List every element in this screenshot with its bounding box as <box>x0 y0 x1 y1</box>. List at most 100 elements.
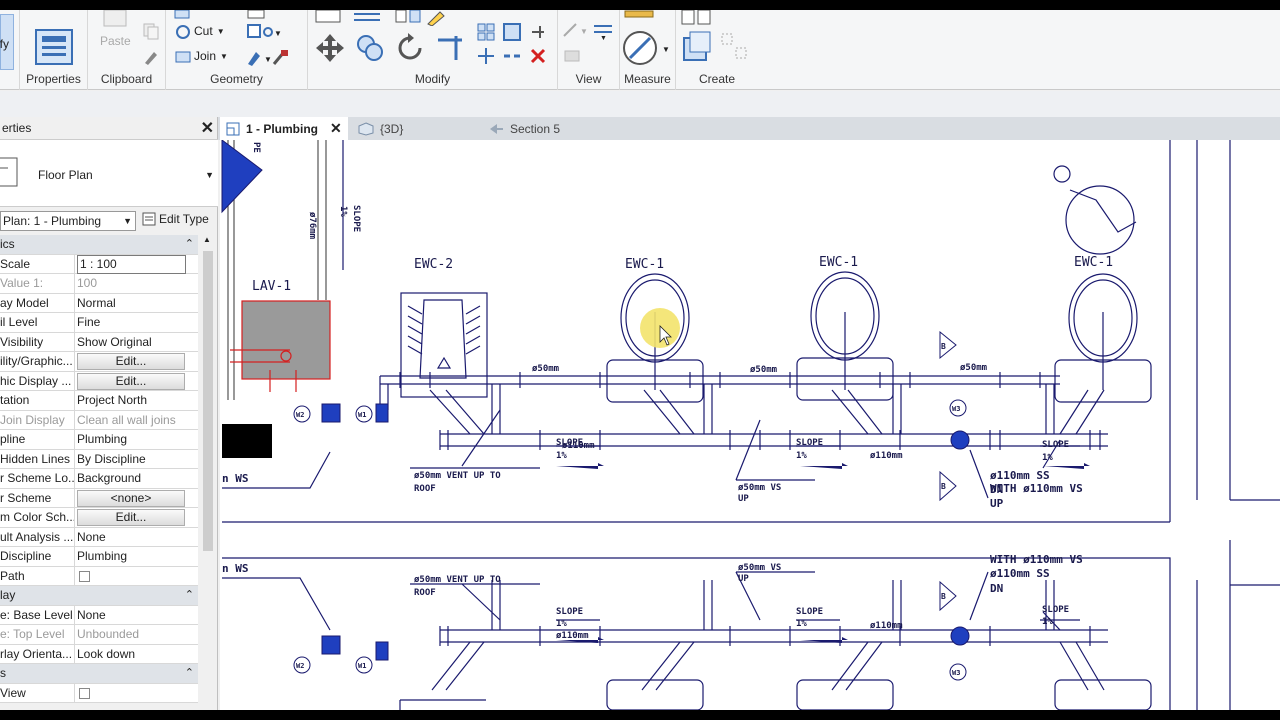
wall-joins-icon[interactable] <box>246 10 266 20</box>
split-gap-icon[interactable] <box>502 46 522 66</box>
override-graphics-icon[interactable]: ▼ <box>562 20 590 40</box>
property-row[interactable]: Discipline Plumbing <box>0 547 198 567</box>
property-category[interactable]: s ⌃ <box>0 664 198 684</box>
copy-element-icon[interactable] <box>354 32 386 64</box>
split-face-icon[interactable]: ▼ <box>246 23 282 41</box>
properties-scrollbar[interactable]: ▲ <box>200 235 216 695</box>
property-category[interactable]: ics ⌃ <box>0 235 198 255</box>
property-edit-button[interactable]: <none> <box>77 489 185 507</box>
property-edit-button[interactable]: Edit... <box>77 372 185 390</box>
scale-icon[interactable] <box>502 22 522 42</box>
properties-icon[interactable] <box>34 28 74 68</box>
trim-icon[interactable] <box>434 32 466 64</box>
property-value[interactable]: Look down <box>77 645 198 664</box>
cut-button[interactable]: Cut ▼ <box>194 24 225 38</box>
property-value[interactable]: Edit... <box>77 372 198 391</box>
type-selector[interactable]: Floor Plan ▼ <box>0 139 218 207</box>
property-value[interactable] <box>77 567 198 586</box>
create-group-icon[interactable] <box>720 30 750 64</box>
split-icon[interactable] <box>476 46 496 66</box>
copy-icon[interactable] <box>142 22 160 40</box>
delete-icon[interactable] <box>528 46 548 66</box>
type-dropdown-icon[interactable]: ▼ <box>205 170 214 180</box>
property-value[interactable]: <none> <box>77 489 198 508</box>
property-row[interactable]: m Color Sch... Edit... <box>0 508 198 528</box>
property-value[interactable]: Background <box>77 469 198 488</box>
instance-selector[interactable]: Plan: 1 - Plumbing ▼ <box>0 211 136 231</box>
property-value[interactable]: Project North <box>77 391 198 410</box>
create-assembly-icon[interactable] <box>680 10 714 26</box>
array-icon[interactable] <box>476 22 496 42</box>
property-value[interactable]: 1 : 100 <box>77 254 198 274</box>
property-row[interactable]: Join Display Clean all wall joins <box>0 410 198 430</box>
property-row[interactable]: Value 1: 100 <box>0 274 198 294</box>
property-value[interactable]: Normal <box>77 294 198 313</box>
collapse-icon[interactable]: ⌃ <box>185 586 194 605</box>
property-row[interactable]: hic Display ... Edit... <box>0 371 198 391</box>
edit-type-button[interactable]: Edit Type <box>142 212 209 226</box>
move-icon[interactable] <box>314 32 346 64</box>
tab-section-5[interactable]: Section 5 <box>482 117 612 140</box>
property-row[interactable]: Hidden Lines By Discipline <box>0 449 198 469</box>
property-row[interactable]: View <box>0 683 198 703</box>
tab-plumbing[interactable]: 1 - Plumbing ✕ <box>220 117 348 140</box>
property-row[interactable]: r Scheme Lo... Background <box>0 469 198 489</box>
cut-icon[interactable] <box>174 23 192 41</box>
property-row[interactable]: Path <box>0 566 198 586</box>
ruler-icon[interactable] <box>624 10 654 20</box>
property-value[interactable]: None <box>77 528 198 547</box>
property-category[interactable]: lay ⌃ <box>0 586 198 606</box>
property-row[interactable]: il Level Fine <box>0 313 198 333</box>
modify-button[interactable]: ify <box>0 14 14 70</box>
paste-button[interactable]: Paste <box>100 34 131 48</box>
cope-icon[interactable] <box>174 10 192 20</box>
property-edit-button[interactable]: Edit... <box>77 353 185 370</box>
instance-dropdown-icon[interactable]: ▼ <box>123 212 132 230</box>
property-row[interactable]: pline Plumbing <box>0 430 198 450</box>
property-row[interactable]: ility/Graphic... Edit... <box>0 352 198 372</box>
property-row[interactable]: Visibility Show Original <box>0 332 198 352</box>
property-input[interactable]: 1 : 100 <box>77 254 186 274</box>
property-row[interactable]: ay Model Normal <box>0 293 198 313</box>
property-checkbox[interactable] <box>79 570 90 582</box>
property-row[interactable]: tation Project North <box>0 391 198 411</box>
collapse-icon[interactable]: ⌃ <box>185 664 194 683</box>
property-value[interactable]: Edit... <box>77 352 198 371</box>
property-value[interactable]: Edit... <box>77 508 198 527</box>
property-value[interactable] <box>77 684 198 703</box>
offset-icon[interactable] <box>352 10 382 24</box>
property-row[interactable]: r Scheme <none> <box>0 488 198 508</box>
paste-icon[interactable] <box>100 10 130 28</box>
property-row[interactable]: rlay Orienta... Look down <box>0 644 198 664</box>
property-value[interactable]: Plumbing <box>77 430 198 449</box>
property-row[interactable]: ult Analysis ... None <box>0 527 198 547</box>
join-dropdown-icon[interactable]: ▼ <box>220 52 228 61</box>
property-row[interactable]: e: Top Level Unbounded <box>0 625 198 645</box>
demolish-icon[interactable] <box>270 48 290 68</box>
property-value[interactable]: Show Original <box>77 333 198 352</box>
align-icon[interactable] <box>314 10 342 24</box>
pencil-icon[interactable] <box>424 10 448 26</box>
join-icon[interactable] <box>174 48 192 66</box>
property-row[interactable]: e: Base Level None <box>0 605 198 625</box>
property-checkbox[interactable] <box>79 687 90 699</box>
cut-dropdown-icon[interactable]: ▼ <box>217 27 225 36</box>
tab-3d[interactable]: {3D} <box>352 117 482 140</box>
join-button[interactable]: Join ▼ <box>194 49 228 63</box>
close-tab-icon[interactable]: ✕ <box>330 120 342 137</box>
property-value[interactable]: Fine <box>77 313 198 332</box>
hide-element-icon[interactable] <box>562 46 582 66</box>
mirror-icon[interactable] <box>394 10 422 24</box>
properties-label[interactable]: Properties <box>20 72 87 86</box>
property-row[interactable]: Scale 1 : 100 <box>0 254 198 274</box>
rotate-icon[interactable] <box>394 32 426 64</box>
measure-icon[interactable]: ▼ <box>622 28 672 68</box>
plumbing-drawing[interactable]: EWC-2 EWC-1 EWC-1 EWC-1 LAV-1 SLOPE 1% ø… <box>220 140 1280 710</box>
linework-icon[interactable]: ▼ <box>592 20 614 40</box>
pin-icon[interactable] <box>528 22 548 42</box>
scroll-up-icon[interactable]: ▲ <box>203 235 211 244</box>
scrollbar-thumb[interactable] <box>203 251 213 551</box>
property-value[interactable]: None <box>77 606 198 625</box>
close-properties-icon[interactable]: ✕ <box>201 118 214 138</box>
drawing-canvas[interactable]: EWC-2 EWC-1 EWC-1 EWC-1 LAV-1 SLOPE 1% ø… <box>220 140 1280 710</box>
